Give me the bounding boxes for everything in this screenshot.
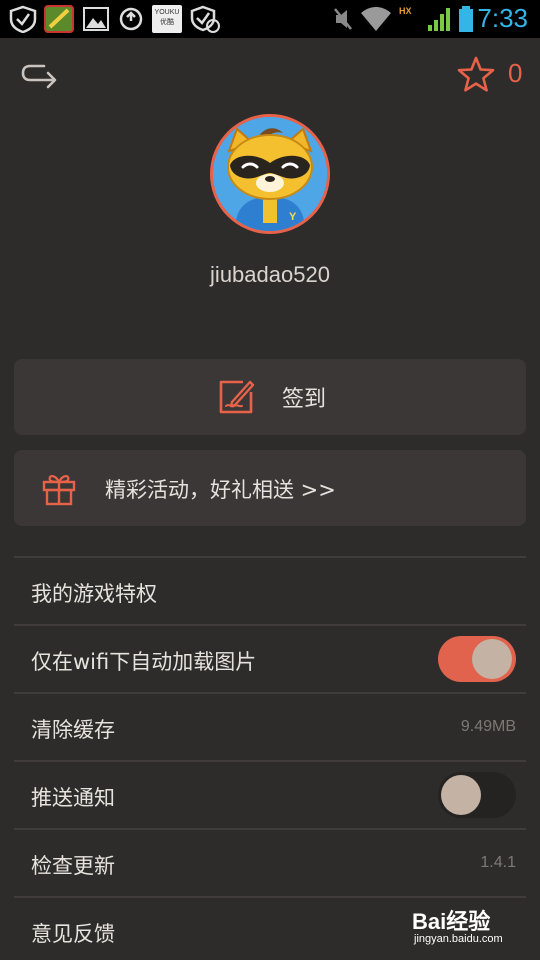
raccoon-mascot-image: Y <box>213 117 327 231</box>
toggle-knob <box>472 639 512 679</box>
battery-icon <box>459 6 473 32</box>
username: jiubadao520 <box>210 262 330 287</box>
list-item-label: 推送通知 <box>31 786 115 810</box>
activity-label: 精彩活动，好礼相送 >> <box>105 478 336 502</box>
divider <box>14 760 526 762</box>
image-icon <box>83 7 109 31</box>
checkin-label: 签到 <box>282 387 327 412</box>
youku-icon: YOUKU 优酷 <box>152 5 182 33</box>
divider <box>14 692 526 694</box>
avatar[interactable]: Y <box>210 114 330 234</box>
mute-icon <box>334 8 352 30</box>
back-arrow-icon[interactable] <box>20 58 62 94</box>
activity-banner[interactable]: 精彩活动，好礼相送 >> <box>14 450 526 526</box>
sync-icon <box>119 7 143 31</box>
signal-label: HX <box>399 6 412 16</box>
status-time: 7:33 <box>477 3 528 33</box>
list-item-label: 意见反馈 <box>31 922 115 946</box>
edit-icon <box>219 380 255 414</box>
list-item-label: 仅在wifi下自动加载图片 <box>31 650 257 674</box>
divider <box>14 828 526 830</box>
game-app-icon <box>44 5 74 33</box>
cache-size: 9.49MB <box>460 718 516 735</box>
checkin-button[interactable]: 签到 <box>14 359 526 435</box>
wifi-images-toggle[interactable] <box>438 636 516 682</box>
divider <box>14 556 526 558</box>
star-icon[interactable] <box>456 55 496 95</box>
list-item-label: 清除缓存 <box>31 718 115 742</box>
toggle-knob <box>441 775 481 815</box>
shield-icon <box>9 5 37 33</box>
list-item-label: 检查更新 <box>31 854 115 878</box>
list-item-label: 我的游戏特权 <box>31 582 157 606</box>
signal-icon <box>428 8 450 31</box>
watermark-url: jingyan.baidu.com <box>414 933 503 945</box>
watermark-brand: Bai经验 <box>412 909 491 934</box>
divider <box>14 624 526 626</box>
version-number: 1.4.1 <box>480 854 516 871</box>
svg-text:Y: Y <box>289 211 297 223</box>
gift-icon <box>42 475 76 506</box>
shield-check-icon <box>190 5 220 33</box>
push-notifications-toggle[interactable] <box>438 772 516 818</box>
wifi-icon <box>361 7 391 31</box>
divider <box>14 896 526 898</box>
baidu-jingyan-watermark: Bai经验 jingyan.baidu.com <box>412 902 528 952</box>
status-bar: YOUKU 优酷 HX 7:33 <box>0 0 540 38</box>
star-count[interactable]: 0 <box>508 58 522 89</box>
